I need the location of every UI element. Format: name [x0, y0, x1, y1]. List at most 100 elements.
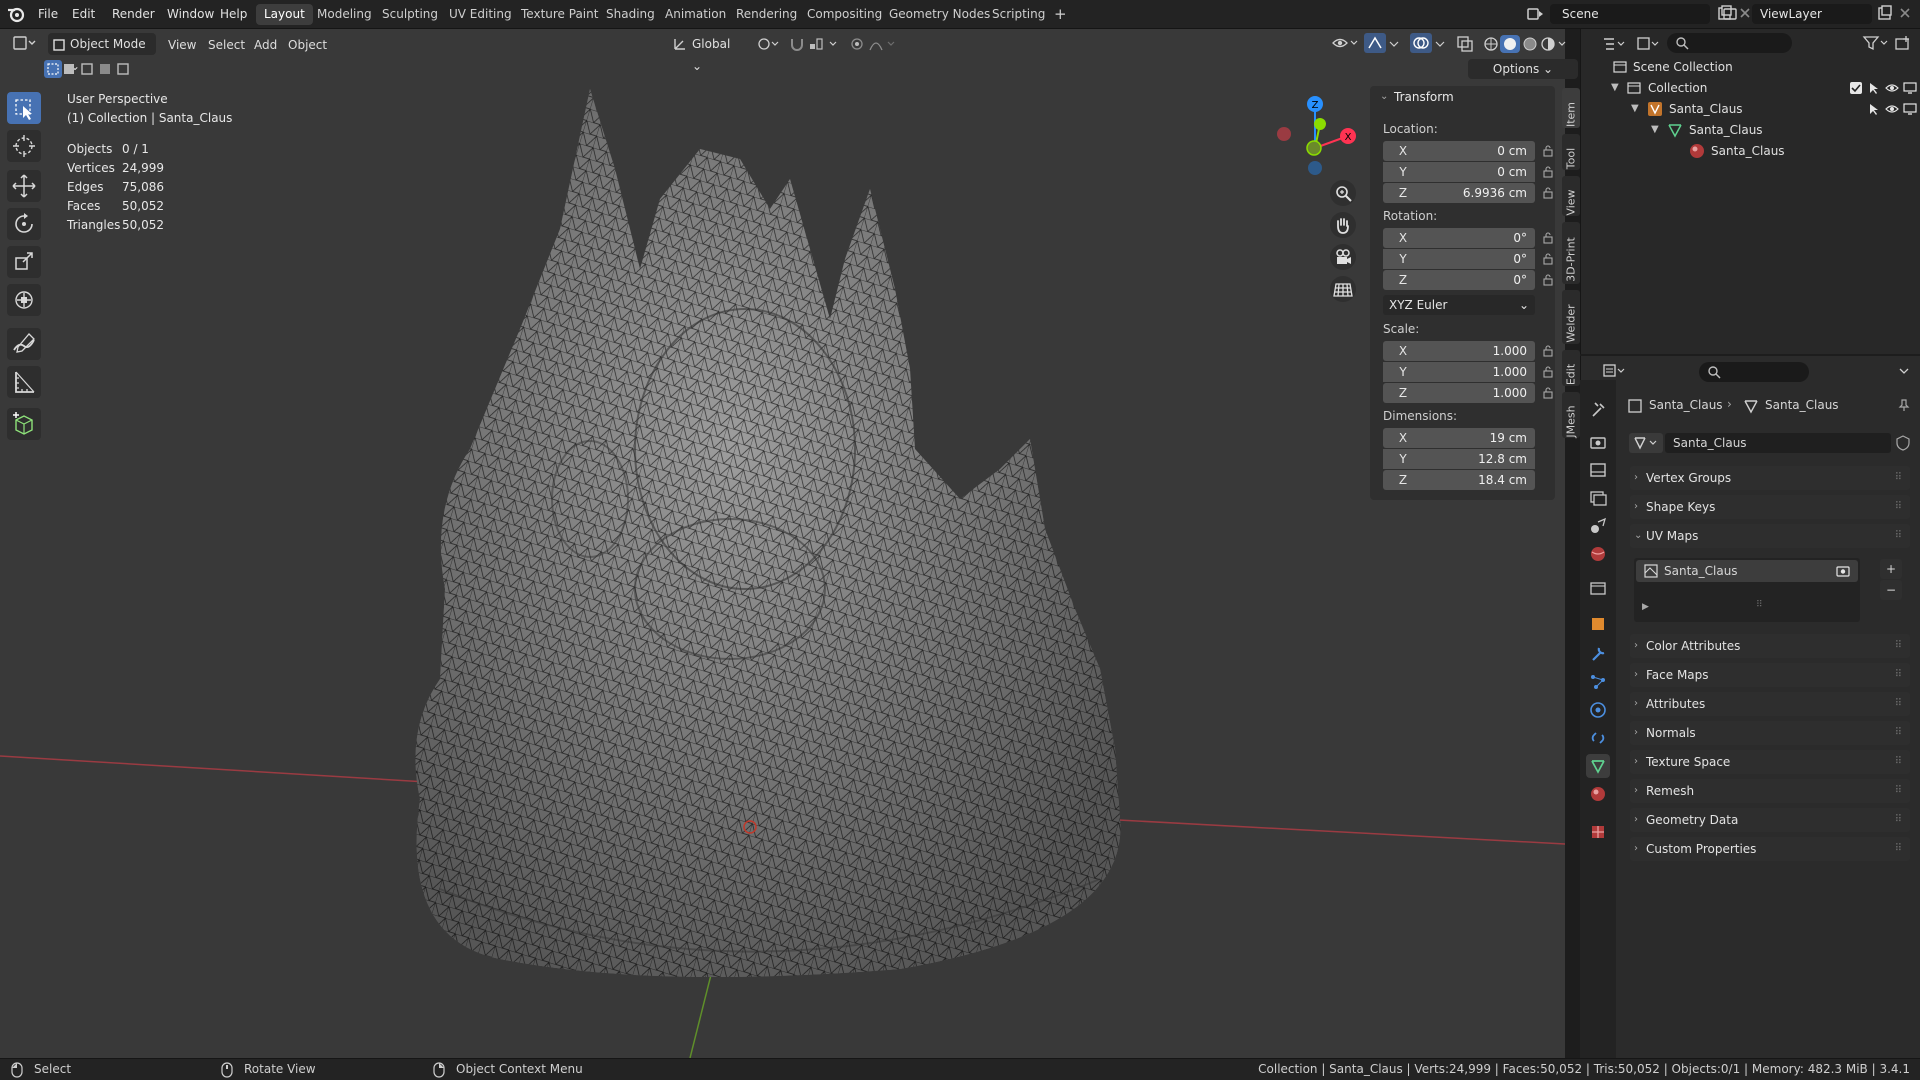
zoom-button[interactable] [1330, 180, 1356, 206]
tool-measure[interactable] [7, 366, 41, 398]
menu-edit[interactable]: Edit [64, 0, 103, 29]
rotation-mode-dropdown[interactable]: XYZ Euler ⌄ [1383, 295, 1535, 315]
drag-handle-icon[interactable]: ⠿ [1895, 634, 1902, 658]
location-y-field[interactable]: Y 0 cm [1383, 162, 1535, 182]
tab-output[interactable] [1586, 458, 1610, 482]
camera-render-icon[interactable] [1836, 564, 1850, 578]
tab-render[interactable] [1586, 430, 1610, 454]
sidebar-tab-view[interactable]: View [1562, 176, 1580, 216]
tab-tool[interactable] [1586, 398, 1610, 422]
tab-mesh-data[interactable] [1586, 754, 1610, 778]
overlay-dropdown-icon[interactable] [1434, 36, 1446, 52]
xray-icon[interactable] [1456, 35, 1474, 53]
dimensions-x-field[interactable]: X 19 cm [1383, 428, 1535, 448]
panel-shape-keys[interactable]: › Shape Keys ⠿ [1630, 495, 1910, 519]
menu-help[interactable]: Help [212, 0, 255, 29]
workspace-tab-layout[interactable]: Layout [256, 4, 313, 25]
drag-handle-icon[interactable]: ⠿ [1895, 779, 1902, 803]
chevron-down-icon[interactable]: ⌄ [1380, 91, 1388, 102]
pin-icon[interactable] [1897, 398, 1911, 412]
workspace-tab-texture-paint[interactable]: Texture Paint [513, 4, 606, 25]
tab-object[interactable] [1586, 612, 1610, 636]
menu-file[interactable]: File [30, 0, 66, 29]
drag-handle-icon[interactable]: ⠿ [1895, 524, 1902, 548]
workspace-tab-sculpting[interactable]: Sculpting [374, 4, 446, 25]
location-z-field[interactable]: Z 6.9936 cm [1383, 183, 1535, 203]
close-view-layer-icon[interactable] [1898, 6, 1912, 20]
chevron-down-icon[interactable] [1897, 364, 1911, 378]
select-arrow-icon[interactable] [1867, 81, 1881, 95]
tool-annotate[interactable] [7, 328, 41, 360]
lock-icon[interactable] [1542, 166, 1554, 178]
panel-texture-space[interactable]: › Texture Space ⠿ [1630, 750, 1910, 774]
new-collection-icon[interactable] [1894, 34, 1912, 52]
outliner-search-input[interactable] [1667, 33, 1792, 53]
scale-x-field[interactable]: X 1.000 [1383, 341, 1535, 361]
lock-icon[interactable] [1542, 387, 1554, 399]
menu-object[interactable]: Object [288, 34, 327, 56]
drag-handle-icon[interactable]: ⠿ [1895, 663, 1902, 687]
disclosure-triangle-icon[interactable]: ▼ [1631, 99, 1639, 119]
outliner-editor-icon[interactable] [1601, 35, 1627, 53]
sidebar-tab-welder[interactable]: Welder [1562, 290, 1580, 344]
add-uv-map-button[interactable]: + [1880, 559, 1902, 579]
selectability-icon[interactable] [1330, 34, 1360, 52]
gizmo-toggle-button[interactable] [1364, 33, 1386, 53]
lock-icon[interactable] [1542, 253, 1554, 265]
monitor-icon[interactable] [1903, 81, 1917, 95]
fake-user-shield-icon[interactable] [1895, 435, 1911, 451]
workspace-tab-scripting[interactable]: Scripting [984, 4, 1053, 25]
dimensions-y-field[interactable]: Y 12.8 cm [1383, 449, 1535, 469]
tab-view-layer[interactable] [1586, 486, 1610, 510]
menu-view[interactable]: View [168, 34, 196, 56]
tab-scene[interactable] [1586, 514, 1610, 538]
dimensions-z-field[interactable]: Z 18.4 cm [1383, 470, 1535, 490]
expand-list-icon[interactable]: ▶ [1642, 602, 1649, 612]
tool-move[interactable] [7, 170, 41, 202]
panel-uv-maps[interactable]: ⌄ UV Maps ⠿ [1630, 524, 1910, 548]
disclosure-triangle-icon[interactable]: ▼ [1651, 120, 1659, 140]
tab-material[interactable] [1586, 782, 1610, 806]
drag-handle-icon[interactable]: ⠿ [1895, 721, 1902, 745]
drag-handle-icon[interactable]: ⠿ [1895, 495, 1902, 519]
select-arrow-icon[interactable] [1867, 102, 1881, 116]
tool-cursor[interactable] [7, 130, 41, 162]
view-layer-icon[interactable] [1722, 5, 1740, 23]
workspace-tab-compositing[interactable]: Compositing [799, 4, 890, 25]
scale-z-field[interactable]: Z 1.000 [1383, 383, 1535, 403]
lock-icon[interactable] [1542, 187, 1554, 199]
location-x-field[interactable]: X 0 cm [1383, 141, 1535, 161]
outliner-row-object[interactable]: ▼ Santa_Claus [1631, 99, 1917, 119]
menu-add[interactable]: Add [254, 34, 277, 56]
remove-uv-map-button[interactable]: − [1880, 580, 1902, 600]
panel-remesh[interactable]: › Remesh ⠿ [1630, 779, 1910, 803]
pan-button[interactable] [1330, 212, 1356, 238]
scene-icon[interactable] [1526, 5, 1550, 23]
falloff-icon[interactable] [868, 36, 900, 52]
blender-logo[interactable] [6, 4, 26, 24]
tab-texture[interactable] [1586, 820, 1610, 844]
eye-icon[interactable] [1885, 102, 1899, 116]
filter-icon[interactable] [1861, 34, 1889, 52]
tool-scale[interactable] [7, 246, 41, 278]
tab-particles[interactable] [1586, 670, 1610, 694]
add-workspace-button[interactable]: + [1046, 4, 1075, 25]
workspace-tab-shading[interactable]: Shading [598, 4, 663, 25]
rotation-x-field[interactable]: X 0° [1383, 228, 1535, 248]
rotation-z-field[interactable]: Z 0° [1383, 270, 1535, 290]
drag-handle-icon[interactable]: ⠿ [1895, 750, 1902, 774]
shading-modes[interactable] [1482, 34, 1570, 54]
tab-constraints[interactable] [1586, 726, 1610, 750]
resize-handle-icon[interactable]: ⠿ [1756, 600, 1763, 610]
lock-icon[interactable] [1542, 366, 1554, 378]
drag-handle-icon[interactable]: ⠿ [1895, 692, 1902, 716]
tab-world[interactable] [1586, 542, 1610, 566]
eye-icon[interactable] [1885, 81, 1899, 95]
panel-geometry-data[interactable]: › Geometry Data ⠿ [1630, 808, 1910, 832]
lock-icon[interactable] [1542, 232, 1554, 244]
lock-icon[interactable] [1542, 145, 1554, 157]
mesh-browse-button[interactable] [1629, 433, 1663, 453]
tool-add-cube[interactable] [7, 408, 41, 440]
scale-y-field[interactable]: Y 1.000 [1383, 362, 1535, 382]
panel-custom-properties[interactable]: › Custom Properties ⠿ [1630, 837, 1910, 861]
